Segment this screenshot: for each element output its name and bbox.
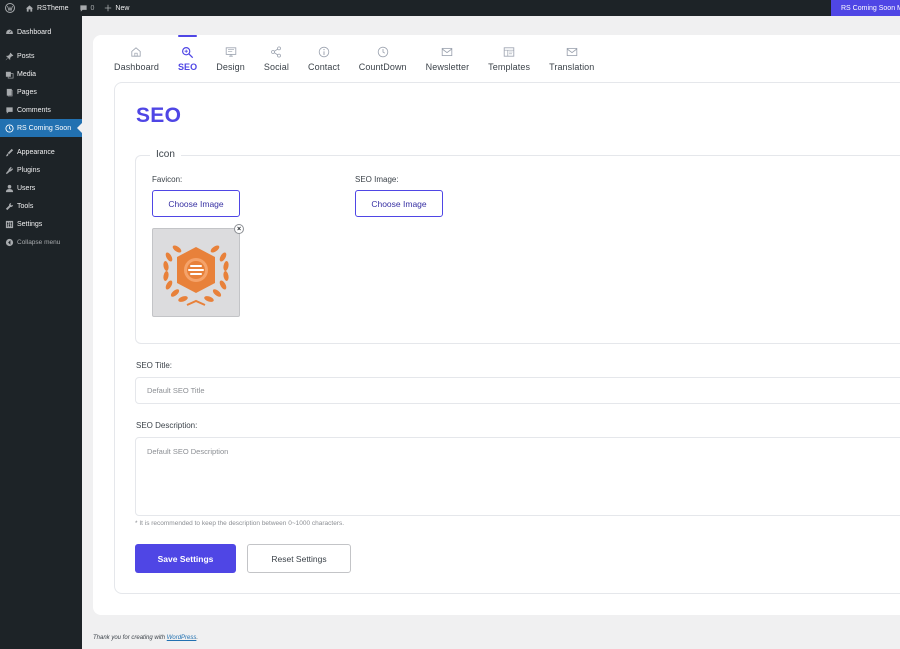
tab-dashboard[interactable]: Dashboard	[114, 45, 159, 72]
plugin-icon	[4, 165, 14, 175]
favicon-choose-image-button[interactable]: Choose Image	[152, 190, 240, 217]
new-label: New	[115, 4, 130, 12]
wrench-icon	[4, 201, 14, 211]
tab-label: Contact	[308, 62, 340, 72]
tab-label: Templates	[488, 62, 531, 72]
share-icon	[269, 45, 283, 59]
seo-image-label: SEO Image:	[355, 175, 399, 184]
design-icon	[224, 45, 238, 59]
page-icon	[4, 87, 14, 97]
clock-icon	[4, 123, 14, 133]
sidebar-item-pages[interactable]: Pages	[0, 83, 82, 101]
media-icon	[4, 69, 14, 79]
laurel-badge-icon	[163, 244, 229, 306]
template-icon	[502, 45, 516, 59]
seo-description-textarea[interactable]: Default SEO Description	[135, 437, 900, 516]
settings-icon	[4, 219, 14, 229]
site-name-link[interactable]: RSTheme	[20, 0, 74, 16]
sidebar-item-comments[interactable]: Comments	[0, 101, 82, 119]
sidebar-item-plugins[interactable]: Plugins	[0, 161, 82, 179]
tab-translation[interactable]: Translation	[549, 45, 594, 72]
seo-title-input[interactable]: Default SEO Title	[135, 377, 900, 404]
sidebar-item-label: Users	[17, 184, 36, 192]
icon-legend: Icon	[150, 149, 181, 160]
collapse-menu-button[interactable]: Collapse menu	[0, 233, 82, 251]
seo-title-label: SEO Title:	[136, 361, 173, 370]
sidebar-item-rs-coming-soon[interactable]: RS Coming Soon	[0, 119, 82, 137]
tab-label: Dashboard	[114, 62, 159, 72]
tab-contact[interactable]: Contact	[308, 45, 340, 72]
sidebar-item-label: Pages	[17, 88, 37, 96]
sidebar-item-settings[interactable]: Settings	[0, 215, 82, 233]
tab-label: CountDown	[358, 62, 407, 72]
sidebar-item-label: Settings	[17, 220, 43, 228]
sidebar-item-label: Comments	[17, 106, 51, 114]
comment-icon	[79, 4, 87, 12]
admin-footer: Thank you for creating with WordPress.	[93, 635, 198, 641]
sidebar-item-label: Media	[17, 70, 37, 78]
plus-icon	[105, 4, 112, 12]
sidebar-item-label: Tools	[17, 202, 34, 210]
description-hint: * It is recommended to keep the descript…	[135, 520, 345, 527]
tab-label: SEO	[177, 62, 198, 72]
footer-suffix: .	[196, 635, 199, 641]
seo-image-choose-image-button[interactable]: Choose Image	[355, 190, 443, 217]
sidebar-item-posts[interactable]: Posts	[0, 47, 82, 65]
tab-social[interactable]: Social	[264, 45, 289, 72]
tab-label: Newsletter	[425, 62, 470, 72]
mail-icon	[565, 45, 579, 59]
mail-icon	[440, 45, 454, 59]
new-content-link[interactable]: New	[99, 0, 134, 16]
dashboard-icon	[4, 27, 14, 37]
clock-icon	[376, 45, 390, 59]
admin-sidebar: Dashboard Posts Media Pages Comments RS …	[0, 16, 82, 649]
sidebar-item-appearance[interactable]: Appearance	[0, 143, 82, 161]
home-icon	[25, 4, 34, 12]
tab-countdown[interactable]: CountDown	[359, 45, 407, 72]
page-title: SEO	[136, 104, 182, 127]
sidebar-item-label: Appearance	[17, 148, 55, 156]
info-icon	[317, 45, 331, 59]
tab-newsletter[interactable]: Newsletter	[426, 45, 470, 72]
tab-label: Translation	[549, 62, 595, 72]
settings-tabs: Dashboard SEO Design Social Contact Coun…	[114, 35, 613, 72]
collapse-menu-label: Collapse menu	[17, 238, 61, 246]
pin-icon	[4, 51, 14, 61]
seo-icon	[181, 45, 195, 59]
brush-icon	[4, 147, 14, 157]
sidebar-item-users[interactable]: Users	[0, 179, 82, 197]
home-icon	[129, 45, 143, 59]
sidebar-item-label: RS Coming Soon	[17, 124, 72, 132]
remove-favicon-button[interactable]: ×	[234, 224, 244, 234]
tab-label: Social	[263, 62, 289, 72]
comment-icon	[4, 105, 14, 115]
user-icon	[4, 183, 14, 193]
favicon-preview	[152, 228, 240, 317]
comments-link[interactable]: 0	[74, 0, 100, 16]
favicon-label: Favicon:	[152, 175, 183, 184]
site-name: RSTheme	[37, 4, 69, 12]
coming-soon-status-badge[interactable]: RS Coming Soon Mode Active	[831, 0, 900, 16]
sidebar-item-label: Posts	[17, 52, 35, 60]
icon-fieldset	[135, 155, 900, 344]
save-settings-button[interactable]: Save Settings	[135, 544, 236, 573]
reset-settings-button[interactable]: Reset Settings	[247, 544, 351, 573]
seo-description-label: SEO Description:	[136, 421, 198, 430]
wordpress-icon	[5, 3, 15, 13]
admin-bar: RSTheme 0 New RS Coming Soon Mode Active	[0, 0, 900, 16]
sidebar-item-dashboard[interactable]: Dashboard	[0, 23, 82, 41]
sidebar-item-tools[interactable]: Tools	[0, 197, 82, 215]
comments-count: 0	[90, 4, 95, 12]
tab-templates[interactable]: Templates	[488, 45, 530, 72]
sidebar-item-label: Plugins	[17, 166, 40, 174]
sidebar-item-media[interactable]: Media	[0, 65, 82, 83]
collapse-icon	[4, 237, 14, 247]
footer-text: Thank you for creating with	[93, 635, 166, 641]
tab-label: Design	[216, 62, 245, 72]
tab-design[interactable]: Design	[216, 45, 245, 72]
sidebar-item-label: Dashboard	[17, 28, 52, 36]
tab-seo[interactable]: SEO	[177, 35, 198, 72]
wordpress-link[interactable]: WordPress	[167, 635, 197, 641]
wordpress-logo-link[interactable]	[0, 0, 20, 16]
